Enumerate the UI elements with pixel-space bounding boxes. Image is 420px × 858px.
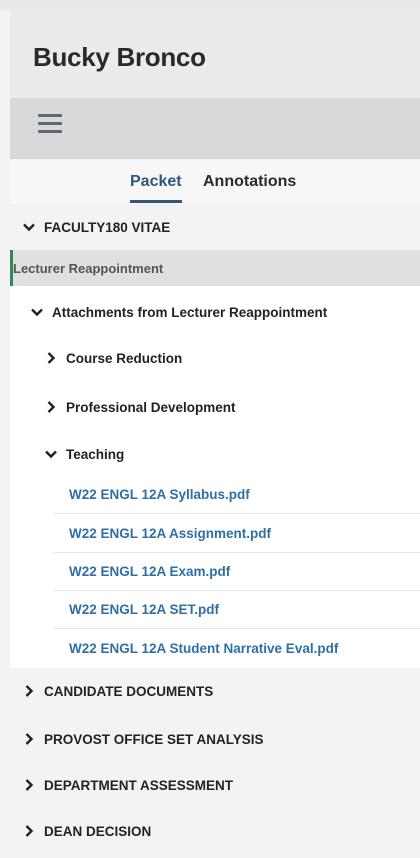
chevron-right-icon <box>44 351 58 365</box>
section-label: DEAN DECISION <box>44 823 152 839</box>
group-label: Teaching <box>66 446 125 462</box>
selected-item-label: Lecturer Reappointment <box>13 260 164 276</box>
selected-item-lecturer-reappointment[interactable]: Lecturer Reappointment <box>10 250 420 286</box>
group-professional-development[interactable]: Professional Development <box>10 387 420 427</box>
page-header: Bucky Bronco <box>10 10 420 98</box>
tab-packet[interactable]: Packet <box>130 173 182 203</box>
chevron-right-icon <box>22 824 36 838</box>
app-frame: Bucky Bronco Packet Annotations FACULTY1… <box>0 0 420 858</box>
section-dean-decision[interactable]: DEAN DECISION <box>10 808 420 854</box>
file-link[interactable]: W22 ENGL 12A Student Narrative Eval.pdf <box>54 629 420 667</box>
chevron-down-icon <box>44 447 58 461</box>
chevron-right-icon <box>22 778 36 792</box>
section-provost-office-set-analysis[interactable]: PROVOST OFFICE SET ANALYSIS <box>10 716 420 762</box>
group-label: Professional Development <box>66 399 236 415</box>
chevron-right-icon <box>22 684 36 698</box>
section-label: FACULTY180 VITAE <box>44 219 171 235</box>
section-label: DEPARTMENT ASSESSMENT <box>44 777 234 793</box>
section-candidate-documents[interactable]: CANDIDATE DOCUMENTS <box>10 668 420 714</box>
file-link[interactable]: W22 ENGL 12A SET.pdf <box>54 591 420 629</box>
section-faculty180-vitae[interactable]: FACULTY180 VITAE <box>10 204 420 250</box>
tab-bar: Packet Annotations <box>10 158 420 206</box>
file-link[interactable]: W22 ENGL 12A Assignment.pdf <box>54 515 420 553</box>
chevron-down-icon <box>30 305 44 319</box>
section-department-assessment[interactable]: DEPARTMENT ASSESSMENT <box>10 762 420 808</box>
top-strip <box>0 0 420 10</box>
group-course-reduction[interactable]: Course Reduction <box>10 338 420 378</box>
chevron-right-icon <box>22 732 36 746</box>
toolbar <box>10 98 420 158</box>
tab-annotations[interactable]: Annotations <box>203 173 296 191</box>
file-link[interactable]: W22 ENGL 12A Syllabus.pdf <box>54 476 420 514</box>
group-attachments[interactable]: Attachments from Lecturer Reappointment <box>10 292 420 332</box>
file-link[interactable]: W22 ENGL 12A Exam.pdf <box>54 553 420 591</box>
group-label: Course Reduction <box>66 350 183 366</box>
section-label: PROVOST OFFICE SET ANALYSIS <box>44 731 264 747</box>
group-teaching[interactable]: Teaching <box>10 434 420 474</box>
section-label: CANDIDATE DOCUMENTS <box>44 683 214 699</box>
hamburger-icon[interactable] <box>38 114 62 134</box>
chevron-right-icon <box>44 400 58 414</box>
chevron-down-icon <box>22 220 36 234</box>
group-label: Attachments from Lecturer Reappointment <box>52 304 328 320</box>
page-title: Bucky Bronco <box>33 42 206 72</box>
